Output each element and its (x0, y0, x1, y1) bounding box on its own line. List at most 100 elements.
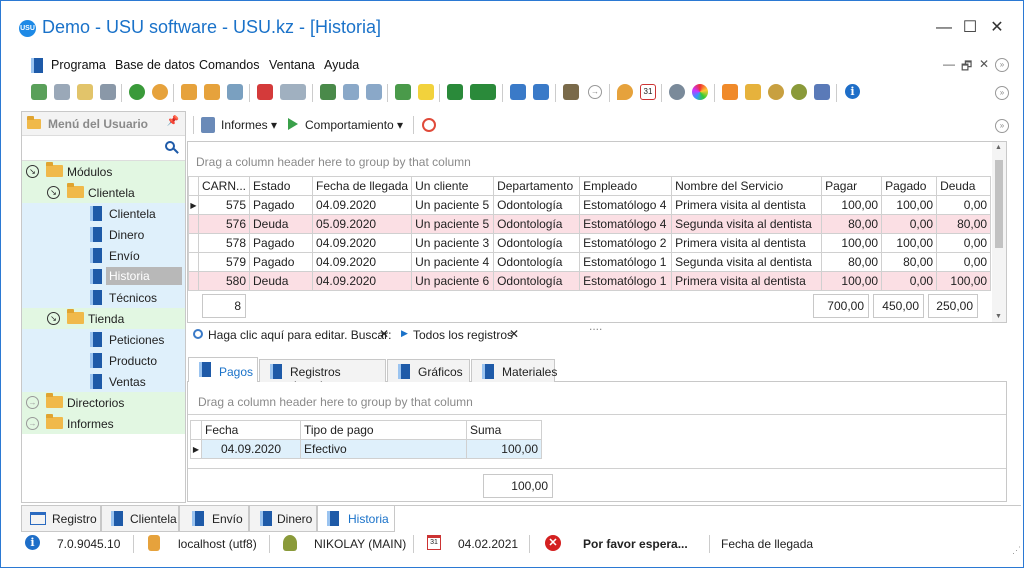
cell-estado[interactable]: Pagado (249, 252, 314, 272)
cell-pagar[interactable]: 100,00 (821, 233, 883, 253)
tree-item-dinero[interactable]: Dinero (22, 224, 185, 245)
stop-icon[interactable] (422, 118, 436, 132)
flag-icon[interactable] (257, 84, 273, 100)
clear-filter-icon[interactable] (227, 84, 243, 100)
cell-servicio[interactable]: Segunda visita al dentista (671, 252, 823, 272)
tree-item-informes[interactable]: → Informes (22, 413, 185, 434)
cell-cliente[interactable]: Un paciente 4 (411, 252, 495, 272)
column-header[interactable]: Empleado (579, 176, 673, 196)
collapse-toolbar-icon[interactable]: » (995, 86, 1009, 100)
filter-icon[interactable] (181, 84, 197, 100)
cell-empleado[interactable]: Estomatólogo 1 (579, 271, 673, 291)
expand-toggle-icon[interactable]: → (26, 417, 39, 430)
menu-programa[interactable]: Programa (51, 58, 106, 72)
cell-fecha[interactable]: 04.09.2020 (312, 195, 413, 215)
tree-item-peticiones[interactable]: Peticiones (22, 329, 185, 350)
tree-item-historia[interactable]: Historia (22, 266, 185, 287)
column-header[interactable]: Nombre del Servicio (671, 176, 823, 196)
cell-servicio[interactable]: Primera visita al dentista (671, 233, 823, 253)
cell-deuda[interactable]: 0,00 (936, 233, 992, 253)
cell-servicio[interactable]: Segunda visita al dentista (671, 214, 823, 234)
informes-dropdown[interactable]: Informes ▾ (221, 118, 277, 132)
column-header[interactable]: Estado (249, 176, 314, 196)
table-row[interactable]: 579 Pagado 04.09.2020 Un paciente 4 Odon… (188, 252, 992, 272)
info-icon[interactable]: i (845, 84, 860, 99)
delete-icon[interactable] (100, 84, 116, 100)
tree-item-tienda-folder[interactable]: ↘ Tienda (22, 308, 185, 329)
tree-item-producto[interactable]: Producto (22, 350, 185, 371)
expand-toggle-icon[interactable]: → (26, 396, 39, 409)
cell-pagado[interactable]: 0,00 (881, 214, 938, 234)
settings-icon[interactable] (669, 84, 685, 100)
tree-item-tecnicos[interactable]: Técnicos (22, 287, 185, 308)
cell-pagar[interactable]: 80,00 (821, 214, 883, 234)
exit-icon[interactable] (563, 84, 579, 100)
table-row[interactable]: ▶ 575 Pagado 04.09.2020 Un paciente 5 Od… (188, 195, 992, 215)
minimize-button[interactable]: — (930, 15, 958, 41)
cell-pagar[interactable]: 80,00 (821, 252, 883, 272)
cell-carn[interactable]: 579 (197, 252, 251, 272)
column-header[interactable]: Un cliente (411, 176, 495, 196)
comportamiento-dropdown[interactable]: Comportamiento ▾ (305, 118, 403, 132)
cell-deuda[interactable]: 100,00 (936, 271, 992, 291)
cell-fecha[interactable]: 05.09.2020 (312, 214, 413, 234)
column-header[interactable]: Departamento (493, 176, 581, 196)
cell-pagar[interactable]: 100,00 (821, 195, 883, 215)
filter-row-icon[interactable] (204, 84, 220, 100)
scroll-thumb[interactable] (995, 160, 1003, 248)
cell-tipo-pago[interactable]: Efectivo (300, 439, 467, 459)
column-header[interactable]: Fecha (201, 420, 301, 440)
cell-empleado[interactable]: Estomatólogo 4 (579, 195, 673, 215)
mdi-minimize-button[interactable]: — (943, 57, 955, 71)
image-dropdown-icon[interactable] (280, 84, 306, 100)
cell-departamento[interactable]: Odontología (493, 271, 581, 291)
expand-icon[interactable] (343, 84, 359, 100)
cell-carn[interactable]: 578 (197, 233, 251, 253)
cell-departamento[interactable]: Odontología (493, 195, 581, 215)
cell-deuda[interactable]: 80,00 (936, 214, 992, 234)
users-icon[interactable] (791, 84, 807, 100)
color-palette-icon[interactable] (692, 84, 708, 100)
cell-cliente[interactable]: Un paciente 3 (411, 233, 495, 253)
window-tab-clientela[interactable]: Clientela (101, 506, 179, 532)
resize-grip-icon[interactable]: ⋰ (1012, 545, 1021, 556)
cell-fecha[interactable]: 04.09.2020 (312, 252, 413, 272)
clear-search-icon[interactable]: ✕ (379, 327, 389, 341)
mdi-close-button[interactable]: ✕ (979, 57, 989, 71)
search-icon[interactable] (152, 84, 168, 100)
cell-carn[interactable]: 580 (197, 271, 251, 291)
cell-cliente[interactable]: Un paciente 5 (411, 195, 495, 215)
columns-icon[interactable] (320, 84, 336, 100)
cell-estado[interactable]: Deuda (249, 271, 314, 291)
tree-search-icon[interactable] (165, 141, 179, 155)
cell-pagar[interactable]: 100,00 (821, 271, 883, 291)
group-panel-hint[interactable]: Drag a column header here to group by th… (198, 395, 473, 409)
cell-departamento[interactable]: Odontología (493, 214, 581, 234)
add-record-icon[interactable] (395, 84, 411, 100)
column-header[interactable]: Fecha de llegada (312, 176, 413, 196)
column-header[interactable]: Suma (466, 420, 542, 440)
note-icon[interactable] (418, 84, 434, 100)
tab-materiales[interactable]: Materiales (471, 359, 557, 382)
collapse-icon[interactable] (366, 84, 382, 100)
table-row[interactable]: 578 Pagado 04.09.2020 Un paciente 3 Odon… (188, 233, 992, 253)
mdi-restore-button[interactable]: 🗗 (961, 57, 972, 78)
collapse-toggle-icon[interactable]: ↘ (47, 186, 60, 199)
cell-pagado[interactable]: 80,00 (881, 252, 938, 272)
cell-estado[interactable]: Pagado (249, 195, 314, 215)
cell-cliente[interactable]: Un paciente 5 (411, 214, 495, 234)
collapse-toggle-icon[interactable]: ↘ (26, 165, 39, 178)
cell-carn[interactable]: 575 (197, 195, 251, 215)
cell-empleado[interactable]: Estomatólogo 4 (579, 214, 673, 234)
group-panel-hint[interactable]: Drag a column header here to group by th… (196, 155, 471, 169)
cell-pagado[interactable]: 100,00 (881, 195, 938, 215)
location-icon[interactable] (617, 84, 633, 100)
table-row[interactable]: 576 Deuda 05.09.2020 Un paciente 5 Odont… (188, 214, 992, 234)
splitter-grip[interactable]: .... (589, 319, 602, 333)
window-tab-envio[interactable]: Envío (179, 506, 249, 532)
cell-servicio[interactable]: Primera visita al dentista (671, 195, 823, 215)
collapse-menu-icon[interactable]: » (995, 58, 1009, 72)
menu-ventana[interactable]: Ventana (269, 58, 315, 72)
cell-deuda[interactable]: 0,00 (936, 195, 992, 215)
tree-item-modulos[interactable]: ↘ Módulos (22, 161, 185, 182)
